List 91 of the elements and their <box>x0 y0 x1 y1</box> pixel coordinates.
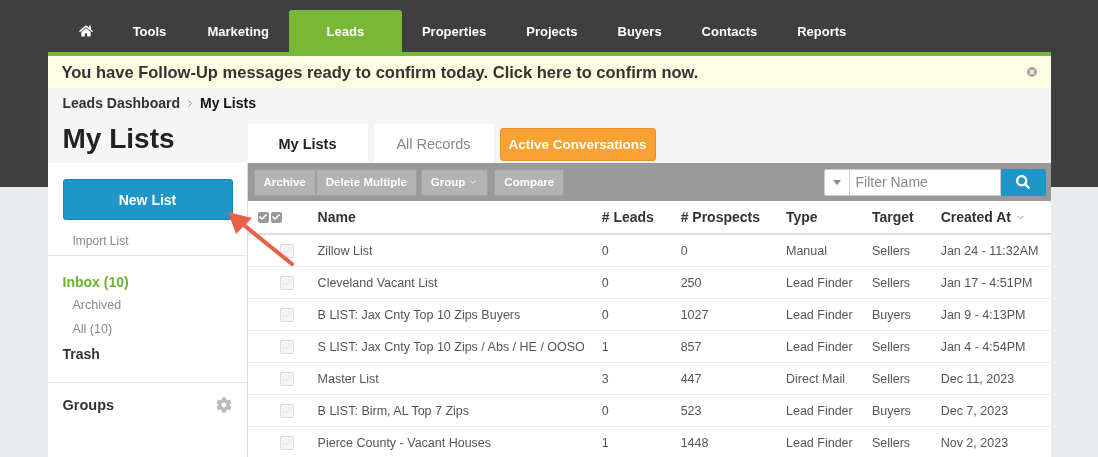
table-cell: Dec 7, 2023 <box>940 394 1051 427</box>
breadcrumb-link[interactable]: My Lists <box>200 95 256 111</box>
table-cell: 3 <box>601 362 681 395</box>
table-cell: 0 <box>601 266 681 299</box>
table-cell: Sellers <box>871 426 941 457</box>
list-name-cell[interactable]: B LIST: Birm, AL Top 7 Zips <box>317 394 602 427</box>
check-icon <box>272 213 280 221</box>
table-cell: 1 <box>601 426 681 457</box>
table-cell: 1027 <box>680 298 786 331</box>
nav-tab[interactable]: Marketing <box>187 10 289 52</box>
close-icon[interactable] <box>1026 67 1037 77</box>
nav-tab[interactable]: Projects <box>506 10 598 52</box>
table-cell: 1448 <box>680 426 786 457</box>
row-checkbox[interactable] <box>279 307 294 322</box>
table-cell: Jan 4 - 4:54PM <box>940 330 1051 363</box>
table-cell: Jan 17 - 4:51PM <box>940 266 1051 299</box>
breadcrumb-link[interactable]: Leads Dashboard <box>62 95 180 111</box>
column-header[interactable]: # Leads <box>601 209 654 225</box>
nav-tab[interactable]: Tools <box>111 10 188 52</box>
page-title: My Lists <box>61 122 176 156</box>
table-cell: Nov 2, 2023 <box>940 426 1051 457</box>
list-name-cell[interactable]: Zillow List <box>317 234 602 267</box>
table-cell: Lead Finder <box>786 330 872 363</box>
table-cell: 0 <box>601 298 681 331</box>
column-header[interactable]: # Prospects <box>680 209 761 225</box>
check-icon <box>259 213 267 221</box>
check-icon <box>282 406 291 415</box>
list-name-cell[interactable]: Cleveland Vacant List <box>317 266 602 299</box>
list-name-cell[interactable]: Pierce County - Vacant Houses <box>317 426 602 457</box>
table-cell: 0 <box>601 234 681 267</box>
tab[interactable]: My Lists <box>247 124 368 163</box>
table-cell: Dec 11, 2023 <box>940 362 1051 395</box>
table-cell: 1 <box>601 330 681 363</box>
subfolder-item[interactable]: All (10) <box>72 322 232 336</box>
check-icon <box>282 374 291 383</box>
nav-tab[interactable]: Buyers <box>597 10 682 52</box>
table-cell: 0 <box>601 394 681 427</box>
chevron-icon <box>188 99 192 107</box>
table-cell: Jan 24 - 11:32AM <box>940 234 1051 267</box>
import-link[interactable]: Import List <box>72 234 129 248</box>
table-cell: 857 <box>680 330 786 363</box>
table-cell: Buyers <box>871 298 941 331</box>
row-checkbox[interactable] <box>279 275 294 290</box>
search-icon <box>1016 175 1030 189</box>
list-name-cell[interactable]: S LIST: Jax Cnty Top 10 Zips / Abs / HE / OOSO <box>317 330 602 363</box>
select-all-control[interactable] <box>257 211 282 223</box>
table-cell: Sellers <box>871 234 941 267</box>
list-name-cell[interactable]: Master List <box>317 362 602 395</box>
table-cell: Lead Finder <box>786 298 872 331</box>
table-cell: Manual <box>786 234 872 267</box>
filter-dropdown[interactable] <box>823 168 850 196</box>
nav-tab[interactable]: Properties <box>401 10 507 52</box>
settings-icon[interactable] <box>215 397 232 413</box>
table-cell: Lead Finder <box>786 426 872 457</box>
table-cell: 447 <box>680 362 786 395</box>
table-cell: 250 <box>680 266 786 299</box>
nav-tab[interactable]: Reports <box>777 10 867 52</box>
column-header[interactable]: Type <box>786 209 818 225</box>
tab[interactable]: All Records <box>373 124 494 163</box>
check-icon <box>282 438 291 447</box>
row-checkbox[interactable] <box>279 403 294 418</box>
filter-field[interactable]: Filter Name <box>849 168 1001 196</box>
table-cell: Jan 9 - 4:13PM <box>940 298 1051 331</box>
table-cell: Sellers <box>871 266 941 299</box>
row-checkbox[interactable] <box>279 339 294 354</box>
caret-icon <box>832 179 841 185</box>
subfolder-item[interactable]: Archived <box>72 298 232 312</box>
table-cell: Sellers <box>871 330 941 363</box>
table-cell: Buyers <box>871 394 941 427</box>
column-header[interactable]: Target <box>871 209 914 225</box>
check-icon <box>282 342 291 351</box>
check-icon <box>282 278 291 287</box>
table-cell: 0 <box>680 234 786 267</box>
nav-tab[interactable]: Contacts <box>681 10 778 52</box>
column-header[interactable]: Name <box>317 209 356 225</box>
search-button[interactable] <box>1000 168 1046 196</box>
row-checkbox[interactable] <box>279 371 294 386</box>
groups-heading: Groups <box>62 397 115 413</box>
notice-link[interactable]: You have Follow-Up messages ready to confirm today. Click here to confirm now. <box>61 62 699 82</box>
table-cell: 523 <box>680 394 786 427</box>
table-cell: Sellers <box>871 362 941 395</box>
folder-item[interactable]: Trash <box>62 346 232 362</box>
list-name-cell[interactable]: B LIST: Jax Cnty Top 10 Zips Buyers <box>317 298 602 331</box>
check-icon <box>282 310 291 319</box>
table-cell: Direct Mail <box>786 362 872 395</box>
row-checkbox[interactable] <box>279 435 294 450</box>
table-cell: Lead Finder <box>786 394 872 427</box>
check-icon <box>282 246 291 255</box>
column-header[interactable]: Created At <box>940 209 1026 225</box>
home-icon <box>78 24 93 38</box>
table-cell: Lead Finder <box>786 266 872 299</box>
